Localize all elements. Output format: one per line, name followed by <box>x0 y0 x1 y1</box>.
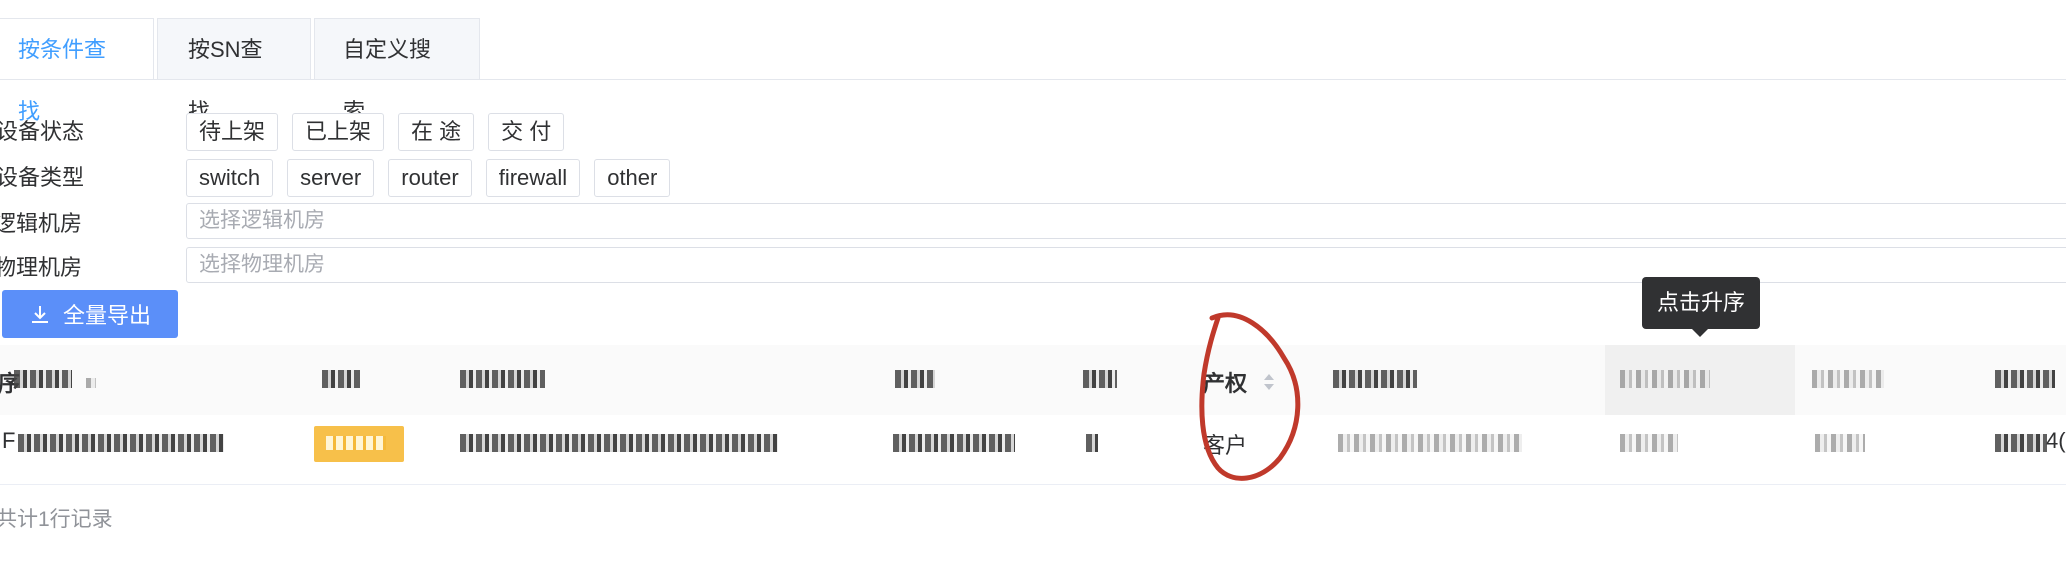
sort-caret-icon[interactable] <box>1262 370 1276 394</box>
device-type-label: 设备类型 <box>0 165 85 190</box>
header-redacted-5 <box>1083 370 1117 388</box>
device-type-chips: switch server router firewall other <box>186 159 684 197</box>
record-count: 共计1行记录 <box>0 508 113 531</box>
type-chip-switch[interactable]: switch <box>186 159 274 197</box>
header-redacted-2 <box>322 370 360 388</box>
status-chip-in-transit[interactable]: 在 途 <box>398 113 475 151</box>
cell-redacted-5 <box>1086 434 1098 452</box>
header-ownership[interactable]: 产权 <box>1203 366 1247 398</box>
type-chip-firewall[interactable]: firewall <box>485 159 581 197</box>
header-redacted-8 <box>1812 370 1884 388</box>
device-status-label: 设备状态 <box>0 119 85 144</box>
cell-redacted-3 <box>460 434 778 452</box>
header-redacted-7 <box>1620 370 1710 388</box>
cell-redacted-4 <box>893 434 1015 452</box>
export-all-button[interactable]: 全量导出 <box>2 290 178 338</box>
cell-redacted-9 <box>1995 434 2047 452</box>
header-redacted-6 <box>1333 370 1417 388</box>
logic-room-select[interactable]: 选择逻辑机房 <box>186 203 2066 239</box>
device-status-chips: 待上架 已上架 在 途 交 付 <box>186 113 578 151</box>
cell-redacted-8 <box>1815 434 1865 452</box>
row-first-char: F <box>2 428 16 453</box>
tab-custom-search[interactable]: 自定义搜索 <box>314 18 480 124</box>
search-tabs: 按条件查找 按SN查找 自定义搜索 <box>0 18 483 124</box>
phys-room-label: 物理机房 <box>0 255 83 280</box>
status-chip-delivered[interactable]: 交 付 <box>488 113 565 151</box>
tooltip-arrow <box>1692 329 1708 337</box>
cell-redacted-6 <box>1338 434 1522 452</box>
status-chip-racked[interactable]: 已上架 <box>292 113 385 151</box>
cell-redacted-7 <box>1620 434 1678 452</box>
table-row[interactable] <box>0 415 2066 485</box>
tabs-divider <box>0 79 2066 80</box>
tab-by-sn[interactable]: 按SN查找 <box>157 18 311 124</box>
header-redacted-9 <box>1995 370 2055 388</box>
cell-ownership: 客户 <box>1203 433 1248 458</box>
tab-by-condition[interactable]: 按条件查找 <box>0 18 154 124</box>
status-tag-text-redacted <box>326 436 386 450</box>
sort-tooltip: 点击升序 <box>1642 277 1760 329</box>
header-redacted-3 <box>460 370 545 388</box>
type-chip-server[interactable]: server <box>287 159 375 197</box>
cell-redacted-sn <box>18 434 224 452</box>
logic-room-label: 逻辑机房 <box>0 211 83 236</box>
phys-room-select[interactable]: 选择物理机房 <box>186 247 2066 283</box>
header-redacted-4 <box>895 370 935 388</box>
status-chip-pending[interactable]: 待上架 <box>186 113 279 151</box>
type-chip-router[interactable]: router <box>388 159 472 197</box>
header-redacted-1 <box>14 370 72 388</box>
export-all-label: 全量导出 <box>62 303 151 328</box>
cell-last-suffix: 4( <box>2046 428 2066 453</box>
type-chip-other[interactable]: other <box>594 159 671 197</box>
header-redacted-1b <box>86 378 96 388</box>
download-icon <box>31 306 48 323</box>
